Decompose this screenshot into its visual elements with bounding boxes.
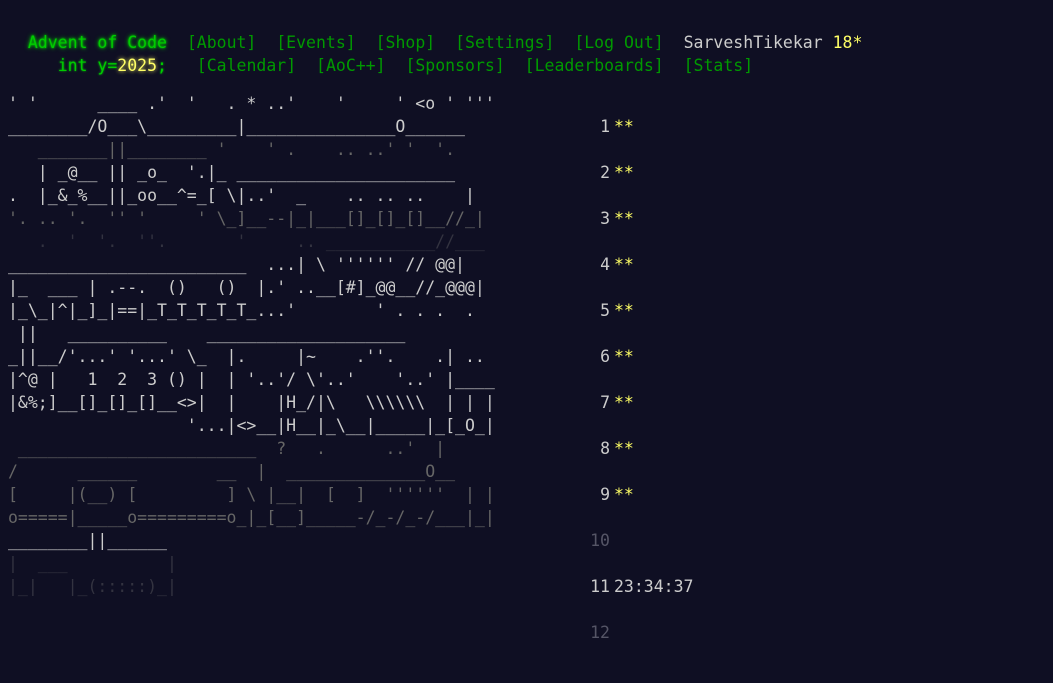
art-line: '. .. '. '' ' ' \_]__--|_|___[]_[]_[]__/… bbox=[8, 209, 485, 228]
art-line: . ' '. ''. ' .. ___________//___ bbox=[8, 232, 485, 251]
calendar-day-8[interactable]: 8 ** bbox=[578, 437, 693, 483]
art-line: |&%;]__[]_[]_[]__<>| | |H_/|\ \\\\\\ | |… bbox=[8, 393, 495, 412]
day-number: 1 bbox=[600, 117, 610, 136]
year-prefix: int y= bbox=[57, 56, 118, 75]
day-stars: ** bbox=[614, 209, 634, 228]
calendar-day-list: 1 ** 2 ** 3 ** 4 ** 5 ** 6 ** 7 ** 8 ** 9 ** 10 11 23:34:37 1… bbox=[578, 115, 693, 667]
nav-stats[interactable]: [Stats] bbox=[684, 56, 754, 75]
art-line: _||__/'...' '...' \_ |. |~ .''. .| .. bbox=[8, 347, 485, 366]
calendar-day-6[interactable]: 6 ** bbox=[578, 345, 693, 391]
calendar-day-11: 11 23:34:37 bbox=[578, 575, 693, 621]
day-number: 11 bbox=[590, 577, 610, 596]
day-number: 5 bbox=[600, 301, 610, 320]
art-line: |_\_|^|_]_|==|_T_T_T_T_T_...' ' . . . . bbox=[8, 301, 475, 320]
art-line: || __________ ____________________ bbox=[8, 324, 406, 343]
day-stars: ** bbox=[614, 485, 634, 504]
header-row-1: Advent of Code [About] [Events] [Shop] [… bbox=[8, 8, 863, 52]
day-stars: ** bbox=[614, 347, 634, 366]
art-line: [ |(__) [ ] \ |__| [ ] '''''' | | bbox=[8, 485, 495, 504]
day-number: 12 bbox=[590, 623, 610, 642]
art-line: / ______ __ | ______________O__ bbox=[8, 462, 456, 481]
calendar-ascii-art[interactable]: ' ' ____ .' ' . * ..' ' ' <o ' ''' ______… bbox=[8, 92, 495, 598]
art-line: |_ ___ | .--. () () |.' ..__[#]_@@__//_@… bbox=[8, 278, 485, 297]
art-line: | ___ | bbox=[8, 554, 177, 573]
day-stars: ** bbox=[614, 163, 634, 182]
calendar-day-7[interactable]: 7 ** bbox=[578, 391, 693, 437]
art-line: ________________________ ...| \ '''''' /… bbox=[8, 255, 465, 274]
art-line: . |_&_%__||_oo__^=_[ \|..' _ .. .. .. | bbox=[8, 186, 475, 205]
art-line: ________/O___\_________|_______________O… bbox=[8, 117, 465, 136]
day-stars: ** bbox=[614, 393, 634, 412]
calendar-day-3[interactable]: 3 ** bbox=[578, 207, 693, 253]
art-line: ________||______ bbox=[8, 531, 167, 550]
art-line: ________________________ ? . ..' | bbox=[8, 439, 446, 458]
day-number: 8 bbox=[600, 439, 610, 458]
day-stars: ** bbox=[614, 117, 634, 136]
nav-aocpp[interactable]: [AoC++] bbox=[316, 56, 386, 75]
day-number: 9 bbox=[600, 485, 610, 504]
day-countdown-timer: 23:34:37 bbox=[614, 577, 694, 596]
calendar-day-10: 10 bbox=[578, 529, 693, 575]
day-stars: ** bbox=[614, 301, 634, 320]
nav-calendar[interactable]: [Calendar] bbox=[197, 56, 296, 75]
day-number: 10 bbox=[590, 531, 610, 550]
day-number: 4 bbox=[600, 255, 610, 274]
day-number: 7 bbox=[600, 393, 610, 412]
calendar-day-4[interactable]: 4 ** bbox=[578, 253, 693, 299]
art-line: | _@__ || _o_ '.|_ _____________________… bbox=[8, 163, 456, 182]
art-line: o=====|_____o=========o_|_[__]_____-/_-/… bbox=[8, 508, 495, 527]
art-line: |^@ | 1 2 3 () | | '..'/ \'..' '..' |___… bbox=[8, 370, 495, 389]
day-number: 3 bbox=[600, 209, 610, 228]
day-stars: ** bbox=[614, 439, 634, 458]
nav-leaderboards[interactable]: [Leaderboards] bbox=[525, 56, 664, 75]
calendar-day-1[interactable]: 1 ** bbox=[578, 115, 693, 161]
day-number: 2 bbox=[600, 163, 610, 182]
year-link[interactable]: int y=2025; bbox=[58, 56, 167, 75]
calendar-day-12: 12 bbox=[578, 621, 693, 667]
star-count: 18* bbox=[832, 33, 863, 52]
year-value: 2025 bbox=[117, 56, 158, 75]
calendar-day-2[interactable]: 2 ** bbox=[578, 161, 693, 207]
calendar-day-5[interactable]: 5 ** bbox=[578, 299, 693, 345]
calendar-day-9[interactable]: 9 ** bbox=[578, 483, 693, 529]
art-line: ' ' ____ .' ' . * ..' ' ' <o ' ''' bbox=[8, 94, 495, 113]
art-line: |_| |_(:::::)_| bbox=[8, 577, 177, 596]
day-number: 6 bbox=[600, 347, 610, 366]
nav-sponsors[interactable]: [Sponsors] bbox=[405, 56, 504, 75]
header-row-2: int y=2025; [Calendar] [AoC++] [Sponsors… bbox=[8, 31, 753, 75]
art-line: _______||________ ' ' . .. ..' ' '. bbox=[8, 140, 456, 159]
day-stars: ** bbox=[614, 255, 634, 274]
art-line: '...|<>__|H__|_\__|_____|_[_O_| bbox=[8, 416, 495, 435]
year-suffix: ; bbox=[157, 56, 167, 75]
